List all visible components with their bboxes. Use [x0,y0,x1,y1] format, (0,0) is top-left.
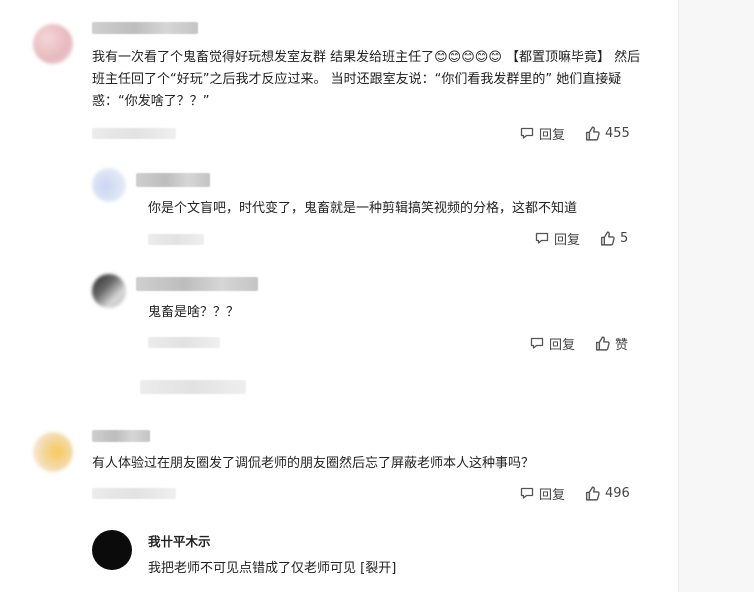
comment-text: 我有一次看了个鬼畜觉得好玩想发室友群 结果发给班主任了😊😊😊😊😊 【都置顶嘛毕竟… [92,50,641,109]
like-count: 5 [620,230,629,246]
avatar[interactable] [33,24,73,64]
comment-icon [535,232,549,244]
avatar[interactable] [33,432,73,472]
username-blurred[interactable] [136,277,258,291]
reply-meta-blurred [148,234,204,245]
reply-username[interactable]: 我卄平木示 [148,531,211,550]
avatar[interactable] [92,530,132,570]
like-button[interactable]: 455 [584,124,630,142]
view-more-replies-blurred[interactable] [140,380,246,394]
reply-text: 你是个文盲吧，时代变了，鬼畜就是一种剪辑搞笑视频的分格，这都不知道 [148,201,578,216]
scrollbar-track[interactable] [678,0,754,592]
thumbs-up-icon [595,335,610,351]
reply-label: 回复 [539,127,566,143]
comment-text: 有人体验过在朋友圈发了调侃老师的朋友圈然后忘了屏蔽老师本人这种事吗？ [92,456,535,471]
thumbs-up-icon [585,485,600,501]
like-button[interactable]: 496 [584,484,630,502]
comment-icon [520,127,534,139]
username-blurred[interactable] [92,22,198,34]
avatar[interactable] [92,168,126,202]
comment-meta-blurred [92,488,176,499]
reply-label: 回复 [554,232,581,248]
like-count: 496 [605,485,630,501]
reply-label: 回复 [539,487,566,503]
reply-button[interactable]: 回复 [534,229,581,248]
reply-button[interactable]: 回复 [519,484,566,503]
reply-text: 鬼畜是啥？？？ [148,305,240,320]
reply-meta-blurred [148,337,220,348]
thumbs-up-icon [600,230,615,246]
like-button[interactable]: 赞 [594,334,629,353]
thumbs-up-icon [585,125,600,141]
like-count: 赞 [615,337,629,353]
like-button[interactable]: 5 [599,229,628,247]
avatar[interactable] [92,274,126,308]
reply-text: 我把老师不可见点错成了仅老师可见 [裂开] [148,561,397,576]
username-blurred[interactable] [92,430,150,442]
reply-button[interactable]: 回复 [519,124,566,143]
username-blurred[interactable] [136,173,210,187]
like-count: 455 [605,125,630,141]
reply-button[interactable]: 回复 [529,334,576,353]
reply-label: 回复 [549,337,576,353]
comment-icon [520,487,534,499]
comment-meta-blurred [92,128,176,139]
comment-icon [530,337,544,349]
